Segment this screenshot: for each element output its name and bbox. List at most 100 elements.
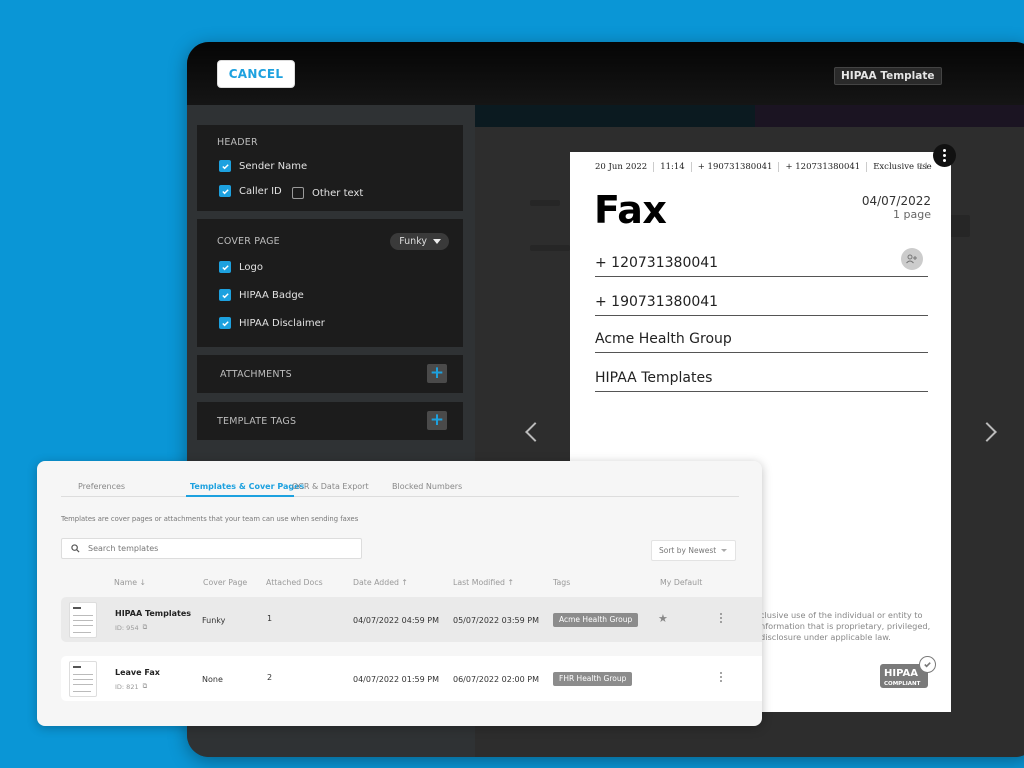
caller-id-option[interactable]: Caller ID (219, 185, 282, 197)
page-options-menu-button[interactable] (933, 144, 956, 167)
header-panel: HEADER Sender Name Caller ID Other text (197, 125, 463, 211)
column-attached-docs: Attached Docs (266, 578, 323, 587)
background-placeholder (530, 200, 560, 206)
attachments-panel: ATTACHMENTS + (197, 355, 463, 393)
date-added-value: 04/07/2022 01:59 PM (353, 675, 439, 684)
active-tab-indicator (186, 495, 294, 497)
select-value: Funky (399, 236, 427, 247)
template-tags-title: TEMPLATE TAGS (217, 416, 297, 427)
tag-badge: FHR Health Group (553, 672, 633, 686)
fax-date: 04/07/2022 (861, 194, 931, 208)
checkbox-checked-icon[interactable] (219, 289, 231, 301)
column-my-default: My Default (660, 578, 703, 587)
tab-ocr-data-export[interactable]: OCR & Data Export (292, 482, 369, 491)
column-last-modified[interactable]: Last Modified ↑ (453, 578, 514, 587)
templates-description: Templates are cover pages or attachments… (61, 515, 359, 523)
recipient-number-field[interactable]: + 120731380041 (595, 247, 928, 277)
option-label: Caller ID (239, 185, 282, 197)
tag-badge: Acme Health Group (553, 613, 639, 627)
disclaimer-line: disclosure under applicable law. (760, 632, 891, 642)
meta-date: 20 Jun 2022 (595, 162, 655, 172)
hipaa-badge-option[interactable]: HIPAA Badge (219, 289, 304, 301)
other-text-option[interactable]: Other text (292, 187, 363, 199)
copy-icon[interactable]: ⧉ (143, 682, 148, 691)
template-name[interactable]: Leave Fax (115, 668, 160, 677)
tab-preferences[interactable]: Preferences (78, 482, 125, 491)
page-number: P.1 (916, 162, 929, 172)
caret-down-icon (433, 239, 441, 244)
template-thumbnail (69, 602, 97, 638)
last-modified-value: 06/07/2022 02:00 PM (453, 675, 539, 684)
default-star-icon[interactable]: ★ (658, 612, 668, 625)
checkbox-unchecked-icon[interactable] (292, 187, 304, 199)
template-thumbnail (69, 661, 97, 697)
meta-recipient: + 120731380041 (779, 162, 868, 172)
cancel-button[interactable]: CANCEL (217, 60, 295, 88)
disclaimer-line: nformation that is proprietary, privileg… (760, 621, 931, 631)
hipaa-disclaimer-text: clusive use of the individual or entity … (760, 610, 930, 643)
settings-tabs: Preferences Templates & Cover Pages OCR … (61, 473, 739, 497)
subject-field[interactable]: HIPAA Templates (595, 362, 928, 392)
organization-field[interactable]: Acme Health Group (595, 323, 928, 353)
column-cover-page: Cover Page (203, 578, 248, 587)
fax-header-meta: 20 Jun 2022 11:14 + 190731380041 + 12073… (595, 162, 938, 172)
column-tags: Tags (553, 578, 571, 587)
caret-down-icon (721, 549, 728, 552)
fax-date-block: 04/07/2022 1 page (862, 194, 931, 222)
hipaa-disclaimer-option[interactable]: HIPAA Disclaimer (219, 317, 325, 329)
background-placeholder (530, 245, 570, 251)
add-attachment-button[interactable]: + (427, 364, 447, 383)
template-name-label[interactable]: HIPAA Template (834, 67, 942, 85)
preview-band (755, 105, 1024, 127)
checkbox-checked-icon[interactable] (219, 160, 231, 172)
table-row[interactable]: Leave Fax ID: 821 ⧉ None 2 04/07/2022 01… (61, 656, 762, 701)
template-name[interactable]: HIPAA Templates (115, 609, 191, 618)
checkbox-checked-icon[interactable] (219, 185, 231, 197)
search-icon (71, 544, 80, 553)
attached-docs-value: 1 (267, 614, 273, 623)
tab-templates-cover-pages[interactable]: Templates & Cover Pages (190, 482, 304, 491)
sender-name-option[interactable]: Sender Name (219, 160, 307, 172)
tab-blocked-numbers[interactable]: Blocked Numbers (392, 482, 462, 491)
cover-page-panel-title: COVER PAGE (217, 236, 280, 247)
option-label: Sender Name (239, 160, 308, 172)
cover-page-value: Funky (202, 616, 226, 625)
badge-sub-text: COMPLIANT (884, 681, 921, 687)
last-modified-value: 05/07/2022 03:59 PM (453, 616, 539, 625)
option-label: HIPAA Badge (239, 289, 304, 301)
search-templates-input[interactable]: Search templates (61, 538, 362, 559)
sort-select[interactable]: Sort by Newest (651, 540, 736, 561)
cover-page-panel: COVER PAGE Funky Logo HIPAA Badge HIPAA … (197, 219, 463, 347)
copy-icon[interactable]: ⧉ (143, 623, 148, 632)
template-id: ID: 821 ⧉ (115, 682, 147, 691)
id-text: ID: 821 (115, 682, 139, 691)
column-date-added[interactable]: Date Added ↑ (353, 578, 408, 587)
template-id: ID: 954 ⧉ (115, 623, 147, 632)
logo-option[interactable]: Logo (219, 261, 263, 273)
option-label: HIPAA Disclaimer (239, 317, 325, 329)
row-menu-icon[interactable] (720, 672, 722, 682)
table-row[interactable]: HIPAA Templates ID: 954 ⧉ Funky 1 04/07/… (61, 597, 762, 642)
check-circle-icon (919, 656, 936, 673)
fax-page-count: 1 page (893, 208, 931, 221)
cover-style-select[interactable]: Funky (390, 233, 449, 250)
template-tags-panel: TEMPLATE TAGS + (197, 402, 463, 440)
fax-title: Fax (594, 188, 667, 232)
sender-number-field[interactable]: + 190731380041 (595, 286, 928, 316)
add-tag-button[interactable]: + (427, 411, 447, 430)
attachments-title: ATTACHMENTS (220, 369, 292, 380)
checkbox-checked-icon[interactable] (219, 261, 231, 273)
attached-docs-value: 2 (267, 673, 273, 682)
sort-value: Sort by Newest (659, 546, 717, 555)
option-label: Logo (239, 261, 263, 273)
option-label: Other text (312, 187, 364, 199)
hipaa-compliant-badge: HIPAA COMPLIANT (880, 656, 936, 688)
column-name[interactable]: Name ↓ (114, 578, 146, 587)
cover-page-value: None (202, 675, 223, 684)
meta-sender: + 190731380041 (692, 162, 780, 172)
checkbox-checked-icon[interactable] (219, 317, 231, 329)
add-contact-icon[interactable] (901, 248, 923, 270)
search-placeholder: Search templates (88, 544, 159, 553)
templates-settings-card: Preferences Templates & Cover Pages OCR … (37, 461, 762, 726)
row-menu-icon[interactable] (720, 613, 722, 623)
